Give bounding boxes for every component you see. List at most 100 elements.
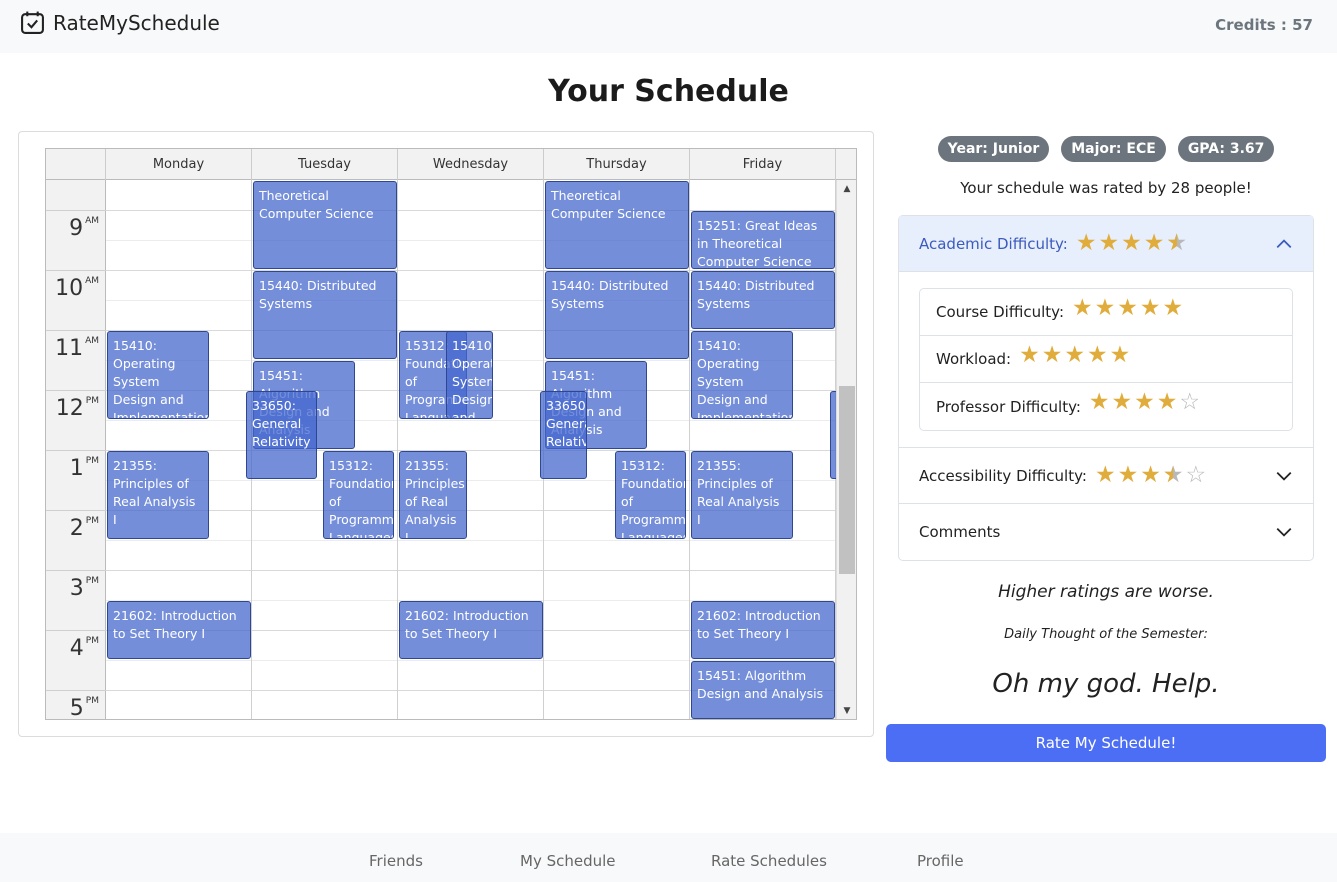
footer-link-my-schedule[interactable]: My Schedule xyxy=(520,852,616,870)
star-icon: ★ xyxy=(1163,464,1184,488)
hour-label: 11 AM xyxy=(55,335,99,361)
chevron-down-icon[interactable] xyxy=(1275,467,1293,485)
academic-difficulty-label: Academic Difficulty: xyxy=(919,234,1068,253)
star-icon: ★ xyxy=(1041,341,1063,368)
higher-ratings-note: Higher ratings are worse. xyxy=(998,582,1214,602)
course-event[interactable]: 21602: Introduction to Set Theory I xyxy=(107,601,251,659)
course-event[interactable]: 33650: General Relativity xyxy=(246,391,317,479)
course-difficulty-stars: ★ ★ ★ ★ ★ xyxy=(1072,294,1184,321)
rated-count-text: Your schedule was rated by 28 people! xyxy=(960,179,1252,197)
hour-label: 5 PM xyxy=(69,695,99,720)
star-icon: ★ xyxy=(1094,294,1116,321)
star-icon: ★ xyxy=(1140,462,1161,488)
star-icon: ★ xyxy=(1166,232,1187,256)
footer-link-friends[interactable]: Friends xyxy=(369,852,423,870)
hour-label: 1 PM xyxy=(69,455,99,481)
star-icon: ★ xyxy=(1098,230,1120,256)
star-icon: ★ xyxy=(1139,294,1161,321)
course-event[interactable]: 21602: Introduction to Set Theory I xyxy=(399,601,543,659)
course-event[interactable]: 15251: Great Ideas in Theoretical Comput… xyxy=(691,211,835,269)
star-icon: ★ xyxy=(1134,389,1155,415)
star-icon: ★ xyxy=(1064,341,1085,368)
scroll-down-icon[interactable]: ▼ xyxy=(837,706,856,716)
day-header-friday: Friday xyxy=(690,149,836,180)
calendar-check-icon xyxy=(21,11,44,34)
major-badge: Major: ECE xyxy=(1061,136,1166,162)
star-icon: ★ xyxy=(1094,462,1116,488)
sub-rating-list: Course Difficulty: ★ ★ ★ ★ ★ Workload: ★ ★ ★ ★ ★… xyxy=(919,288,1293,431)
hour-label: 12 PM xyxy=(55,395,99,421)
professor-difficulty-row: Professor Difficulty: ★ ★ ★ ★ ☆ xyxy=(920,383,1292,430)
course-event[interactable]: 15312: Foundations of Programming Langua… xyxy=(615,451,686,539)
accessibility-difficulty-label: Accessibility Difficulty: xyxy=(919,466,1087,485)
professor-difficulty-label: Professor Difficulty: xyxy=(936,397,1081,416)
star-icon: ★ xyxy=(1088,389,1110,415)
scroll-thumb[interactable] xyxy=(839,386,855,574)
chevron-up-icon[interactable] xyxy=(1275,235,1293,253)
star-icon: ☆ xyxy=(1179,389,1201,415)
star-icon: ★ xyxy=(1121,230,1142,256)
hour-label: 10 AM xyxy=(55,275,99,301)
course-event[interactable]: 15440: Distributed Systems xyxy=(691,271,835,329)
calendar-scrollbar[interactable]: ▲ ▼ xyxy=(836,180,856,719)
course-difficulty-row: Course Difficulty: ★ ★ ★ ★ ★ xyxy=(920,289,1292,336)
ratings-accordion: Academic Difficulty: ★★★★★ Course Diffic… xyxy=(898,215,1314,561)
academic-difficulty-body: Course Difficulty: ★ ★ ★ ★ ★ Workload: ★ ★ ★ ★ ★… xyxy=(899,272,1313,448)
daily-thought-text: Oh my god. Help. xyxy=(992,669,1220,699)
rate-my-schedule-button[interactable]: Rate My Schedule! xyxy=(886,724,1326,762)
comments-header[interactable]: Comments xyxy=(899,504,1313,560)
course-event[interactable]: Theoretical Computer Science xyxy=(253,181,397,269)
star-icon: ★ xyxy=(1111,389,1133,415)
academic-difficulty-header[interactable]: Academic Difficulty: ★ ★ ★ ★ ★ xyxy=(899,216,1313,272)
course-event[interactable]: 15312: Foundations of Programming Langua… xyxy=(323,451,394,539)
chevron-down-icon[interactable] xyxy=(1275,523,1293,541)
professor-difficulty-stars: ★ ★ ★ ★ ☆ xyxy=(1089,391,1200,414)
daily-thought-label: Daily Thought of the Semester: xyxy=(1004,627,1208,642)
star-icon: ★ xyxy=(1086,341,1108,368)
weekly-calendar: Monday Tuesday Wednesday Thursday Friday 9 AM… xyxy=(45,148,857,720)
year-badge: Year: Junior xyxy=(937,136,1050,162)
day-header-monday: Monday xyxy=(106,149,252,180)
course-event[interactable]: 15440: Distributed Systems xyxy=(545,271,689,359)
star-icon: ★ xyxy=(1019,341,1040,368)
workload-stars: ★ ★ ★ ★ ★ xyxy=(1019,341,1131,368)
course-event[interactable]: 21355: Principles of Real Analysis I xyxy=(691,451,793,539)
star-icon: ★ xyxy=(1109,341,1131,368)
course-event[interactable]: 15451: Algorithm Design and Analysis xyxy=(691,661,835,719)
course-event[interactable]: 33650: General Relativity xyxy=(540,391,587,479)
star-icon: ★ xyxy=(1162,294,1184,321)
course-event[interactable]: 15410: Operating System Design and Imple… xyxy=(691,331,793,419)
course-event[interactable]: 21355: Principles of Real Analysis I xyxy=(399,451,467,539)
course-event[interactable]: Theoretical Computer Science xyxy=(545,181,689,269)
star-icon: ★ xyxy=(1072,294,1093,321)
day-header-wednesday: Wednesday xyxy=(398,149,544,180)
star-icon: ☆ xyxy=(1185,462,1207,488)
course-event[interactable]: 15410: Operating System Design and Imple… xyxy=(107,331,209,419)
hour-label: 9 AM xyxy=(69,215,99,241)
course-event[interactable]: 15410: Operating System Design and Imple… xyxy=(446,331,493,419)
app-name: RateMySchedule xyxy=(53,10,220,35)
footer-link-profile[interactable]: Profile xyxy=(917,852,964,870)
day-header-tuesday: Tuesday xyxy=(252,149,398,180)
page-title: Your Schedule xyxy=(548,74,789,109)
workload-row: Workload: ★ ★ ★ ★ ★ xyxy=(920,336,1292,383)
hour-label: 2 PM xyxy=(69,515,99,541)
brand[interactable]: RateMySchedule xyxy=(20,10,220,35)
academic-difficulty-stars: ★ ★ ★ ★ ★ xyxy=(1076,230,1187,256)
course-difficulty-label: Course Difficulty: xyxy=(936,303,1064,321)
course-event[interactable]: 21602: Introduction to Set Theory I xyxy=(691,601,835,659)
star-icon: ★ xyxy=(1117,462,1139,488)
calendar-header: Monday Tuesday Wednesday Thursday Friday xyxy=(46,149,856,180)
scroll-up-icon[interactable]: ▲ xyxy=(837,184,856,194)
workload-label: Workload: xyxy=(936,350,1012,368)
footer-link-rate-schedules[interactable]: Rate Schedules xyxy=(711,852,827,870)
calendar-corner xyxy=(46,149,106,180)
credits-display: Credits : 57 xyxy=(1215,16,1313,34)
star-icon: ★ xyxy=(1143,230,1165,256)
top-navbar: RateMySchedule Credits : 57 xyxy=(0,0,1337,53)
accessibility-difficulty-header[interactable]: Accessibility Difficulty: ★★★★☆ xyxy=(899,448,1313,504)
course-event[interactable]: 21355: Principles of Real Analysis I xyxy=(107,451,209,539)
comments-label: Comments xyxy=(919,523,1001,541)
calendar-card: Monday Tuesday Wednesday Thursday Friday 9 AM… xyxy=(18,131,874,737)
course-event[interactable]: 15440: Distributed Systems xyxy=(253,271,397,359)
